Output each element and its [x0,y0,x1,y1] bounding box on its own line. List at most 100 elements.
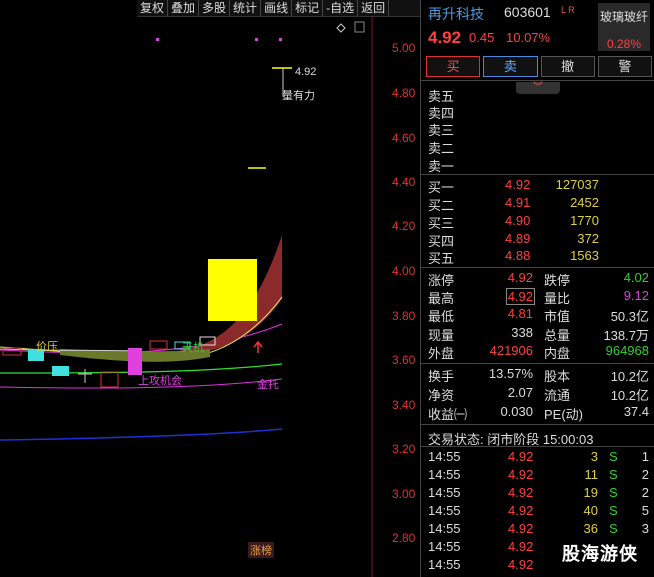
tick-price: 4.92 [508,521,534,536]
price-tick: 3.40 [392,398,416,412]
trade-buttons: 买 卖 撤 警 [426,56,652,78]
stats-row: 外盘 421906 内盘 964968 [421,343,654,361]
current-price: 4.92 [428,28,462,47]
sector-pct: 0.28% [606,37,642,51]
tick-side: S [609,521,618,536]
tick-count: 3 [641,521,649,536]
stock-flag: L R [561,5,575,15]
toolbar-draw-line[interactable]: 画线 [261,0,293,16]
divider [421,424,654,425]
arrow-up-icon [253,340,263,353]
buy-level-row[interactable]: 买三 4.90 1770 [421,213,654,231]
stat-label: 最低 [428,309,455,324]
buy-level-price: 4.92 [505,177,531,192]
stat-label: 量比 [544,291,571,306]
sell-level-row[interactable]: 卖四 [421,103,654,121]
toolbar-multi-stock[interactable]: 多股 [199,0,231,16]
kline-canvas [0,17,373,577]
stat-value: 4.92 [505,288,535,305]
price-tick: 4.00 [392,264,416,278]
stat-label: 股本 [544,369,571,384]
stat-value: 138.7万 [603,328,649,343]
tick-count: 2 [641,485,649,500]
kline-chart[interactable]: 5.00 4.80 4.60 4.40 4.20 4.00 3.80 3.60 … [0,17,420,577]
price-tick: 5.00 [392,41,416,55]
sell-level-row[interactable]: 卖五 [421,86,654,104]
sell-level-label: 卖三 [428,123,455,138]
volume-signal-label: 量有力 [282,90,315,102]
sell-level-row[interactable]: 卖三 [421,120,654,138]
cancel-order-button[interactable]: 撤 [540,56,595,77]
stats-row: 最低 4.81 市值 50.3亿 [421,306,654,324]
price-tag-label: 4.92 [295,66,317,78]
candle [100,371,119,388]
price-tick: 4.80 [392,86,416,100]
price-tick: 4.40 [392,175,416,189]
toolbar-overlay[interactable]: 叠加 [168,0,200,16]
diamond-icon[interactable] [336,23,346,33]
sector-box[interactable]: 玻璃玻纤 0.28% [598,3,650,51]
tick-volume: 3 [590,449,598,464]
tick-count: 2 [641,467,649,482]
tick-price: 4.92 [508,557,534,572]
alert-button[interactable]: 警 [597,56,652,77]
tick-side: S [609,467,618,482]
buy-level-price: 4.88 [505,248,531,263]
stat-label: 跌停 [544,273,571,288]
price-tick: 2.80 [392,531,416,545]
sell-level-row[interactable]: 卖二 [421,138,654,156]
buy-level-volume: 1563 [570,248,599,263]
sell-level-label: 卖一 [428,159,455,174]
stock-name[interactable]: 再升科技 [428,4,484,24]
price-tick: 4.60 [392,131,416,145]
tick-price: 4.92 [508,449,534,464]
limit-up-list-tab[interactable]: 涨榜 [248,542,274,558]
expand-icon[interactable] [354,21,365,33]
buy-level-row[interactable]: 买一 4.92 127037 [421,177,654,195]
tick-row: 14:55 4.92 40 S 5 [421,503,654,521]
sell-level-row[interactable]: 卖一 [421,156,654,174]
signal-dot [156,38,159,41]
buy-level-label: 买三 [428,216,455,231]
limit-up-candle [208,259,257,321]
toolbar-mark[interactable]: 标记 [292,0,324,16]
stat-label: 外盘 [428,346,455,361]
sell-level-label: 卖二 [428,141,455,156]
stat-label: 净资 [428,388,455,403]
tick-side: S [609,485,618,500]
stat-value: 2.07 [507,385,533,400]
tick-volume: 19 [583,485,598,500]
price-tick: 3.80 [392,309,416,323]
buy-level-row[interactable]: 买二 4.91 2452 [421,195,654,213]
tick-volume: 36 [583,521,598,536]
tick-volume: 11 [584,467,599,482]
stat-value: 421906 [489,343,533,358]
buy-button[interactable]: 买 [426,56,481,77]
tick-row: 14:55 4.92 3 S 1 [421,449,654,467]
tick-time: 14:55 [428,485,461,500]
toolbar-self-select[interactable]: -自选 [323,0,359,16]
tick-price: 4.92 [508,539,534,554]
stat-value: 964968 [605,343,649,358]
buy-level-label: 买二 [428,198,455,213]
tick-time: 14:55 [428,467,461,482]
tick-row: 14:55 4.92 19 S 2 [421,485,654,503]
candle [149,340,168,350]
stat-value: 0.030 [500,404,533,419]
divider [421,267,654,268]
buy-level-row[interactable]: 买四 4.89 372 [421,231,654,249]
sell-button[interactable]: 卖 [483,56,538,77]
toolbar-restore-rights[interactable]: 复权 [137,0,169,16]
buy-level-volume: 127037 [555,177,599,192]
sky-label: 天机 [182,342,204,354]
watermark: 股海游侠 [562,544,638,564]
stat-label: 市值 [544,309,571,324]
price-tick: 3.20 [392,442,416,456]
stat-label: 换手 [428,369,455,384]
stats-row: 最高 4.92 量比 9.12 [421,288,654,306]
toolbar-back[interactable]: 返回 [358,0,390,16]
stat-value: 338 [511,325,533,340]
toolbar-statistics[interactable]: 统计 [230,0,262,16]
buy-level-row[interactable]: 买五 4.88 1563 [421,248,654,266]
tick-time: 14:55 [428,521,461,536]
